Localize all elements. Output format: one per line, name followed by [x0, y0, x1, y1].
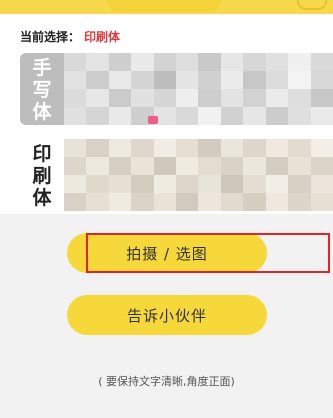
- handwriting-preview-image: [64, 53, 333, 125]
- sticky-note-mark: [148, 116, 158, 124]
- current-selection-value: 印刷体: [84, 30, 121, 44]
- page-title: [108, 0, 220, 12]
- top-bar: [0, 0, 333, 14]
- shoot-select-image-button[interactable]: 拍摄 / 选图: [67, 233, 267, 273]
- style-label-handwriting: 手 写 体: [20, 53, 64, 125]
- style-option-print[interactable]: 印 刷 体: [20, 139, 333, 211]
- print-preview-image: [64, 139, 333, 211]
- style-char: 手: [32, 57, 52, 79]
- style-char: 印: [32, 143, 52, 165]
- style-char: 刷: [32, 165, 52, 187]
- menu-button[interactable]: [297, 0, 327, 10]
- style-char: 写: [32, 79, 52, 101]
- style-option-handwriting[interactable]: 手 写 体: [20, 53, 333, 125]
- current-selection: 当前选择： 印刷体: [20, 28, 120, 45]
- hint-text: ( 要保持文字清晰,角度正面): [98, 375, 235, 388]
- current-selection-label: 当前选择：: [20, 30, 81, 44]
- style-char: 体: [32, 187, 52, 209]
- style-label-print: 印 刷 体: [20, 139, 64, 211]
- style-char: 体: [32, 101, 52, 123]
- tell-friends-button[interactable]: 告诉小伙伴: [67, 295, 267, 335]
